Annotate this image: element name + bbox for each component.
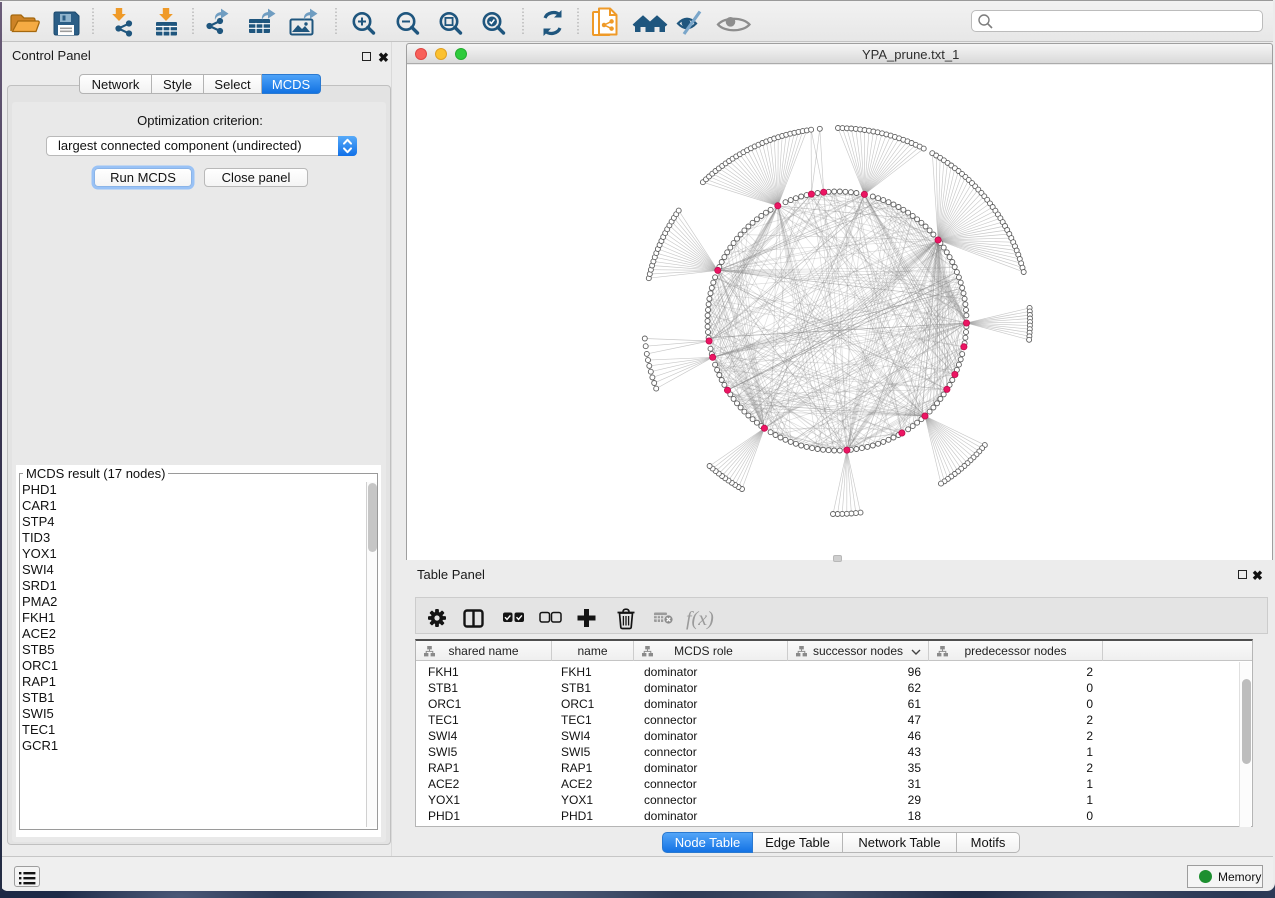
svg-text:f(x): f(x)	[686, 608, 714, 630]
